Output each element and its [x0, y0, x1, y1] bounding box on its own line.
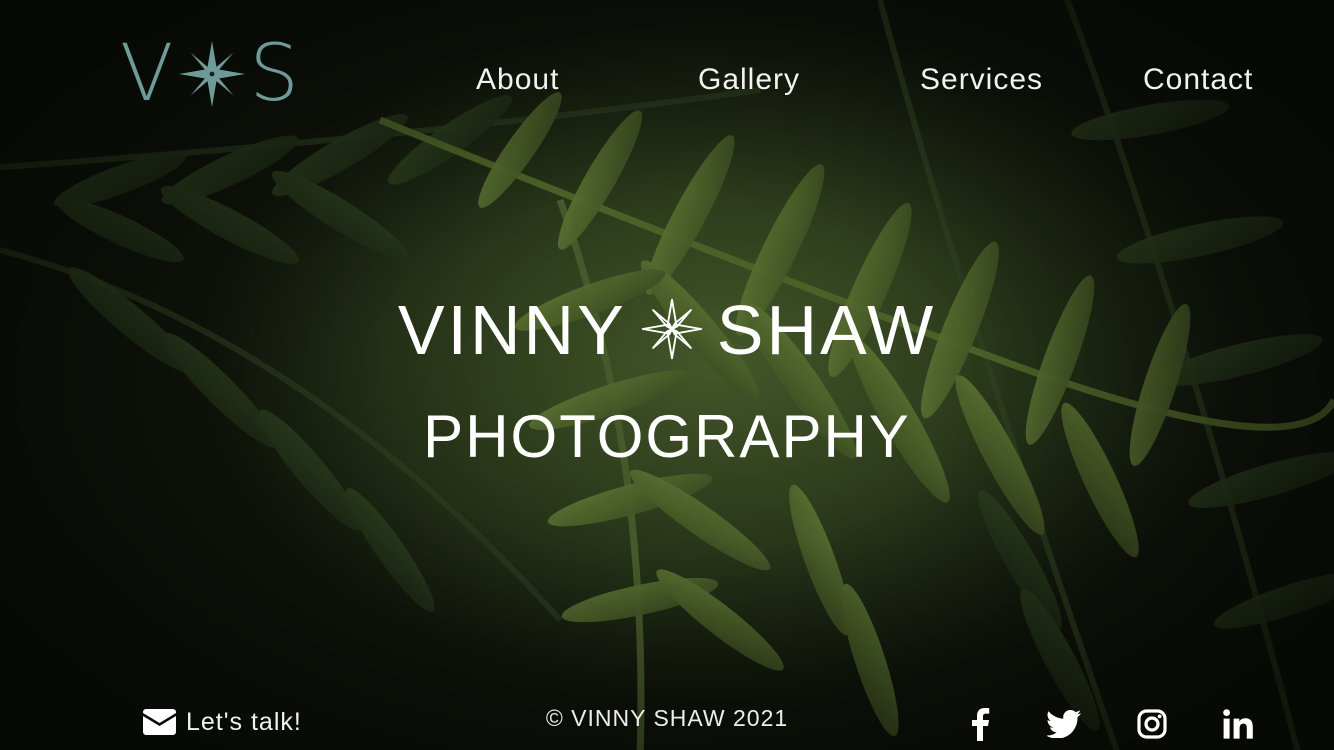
twitter-icon — [1047, 710, 1081, 738]
nav-link-gallery[interactable]: Gallery — [698, 58, 800, 102]
hero-title: VINNY SHAW — [0, 290, 1334, 370]
instagram-icon — [1137, 709, 1167, 739]
linkedin-link[interactable] — [1219, 704, 1257, 744]
linkedin-icon — [1223, 709, 1253, 739]
hero-title-last-name: SHAW — [716, 291, 937, 369]
nav-link-about[interactable]: About — [476, 58, 559, 102]
nav-link-services[interactable]: Services — [920, 58, 1043, 102]
twitter-link[interactable] — [1045, 704, 1083, 744]
hero-subtitle: PHOTOGRAPHY — [423, 403, 911, 470]
nav-link-contact[interactable]: Contact — [1143, 58, 1253, 102]
compass-star-icon — [641, 298, 702, 360]
instagram-link[interactable] — [1133, 704, 1171, 744]
hero-title-first-name: VINNY — [397, 291, 627, 369]
main-navigation: About Gallery Services Contact — [0, 58, 1334, 102]
facebook-link[interactable] — [962, 704, 998, 744]
facebook-icon — [972, 708, 990, 741]
